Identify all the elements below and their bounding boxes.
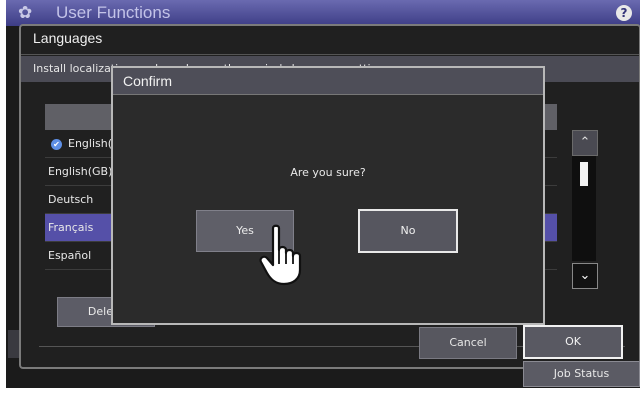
help-icon[interactable]: ? <box>616 5 632 21</box>
list-item-label: Français <box>48 221 94 234</box>
confirm-dialog: Confirm Are you sure? Yes No <box>111 66 545 325</box>
scrollbar[interactable] <box>572 156 596 261</box>
scroll-thumb[interactable] <box>580 162 588 186</box>
list-item-label: English(GB) <box>48 165 113 178</box>
app-title: User Functions <box>56 3 171 22</box>
dialog-title: Confirm <box>113 68 543 95</box>
hand-pointer-icon <box>259 224 302 286</box>
list-item-label: Español <box>48 249 92 262</box>
scroll-down-button[interactable]: ⌄ <box>572 263 598 289</box>
no-button[interactable]: No <box>358 209 458 253</box>
ok-button[interactable]: OK <box>523 325 623 359</box>
app-title-bar: ✿ User Functions ? <box>6 0 640 26</box>
job-status-button[interactable]: Job Status <box>523 361 640 387</box>
check-icon: ✔ <box>51 138 62 150</box>
screen: ✿ User Functions ? Languages Install loc… <box>6 0 640 388</box>
gear-icon: ✿ <box>18 3 33 23</box>
scroll-up-button[interactable]: ⌃ <box>572 130 598 156</box>
chevron-up-icon: ⌃ <box>579 135 591 150</box>
panel-title: Languages <box>33 30 103 46</box>
cancel-button[interactable]: Cancel <box>419 327 517 359</box>
list-item-label: Deutsch <box>48 193 94 206</box>
chevron-down-icon: ⌄ <box>579 268 591 283</box>
dialog-message: Are you sure? <box>290 166 366 179</box>
divider <box>21 54 639 55</box>
